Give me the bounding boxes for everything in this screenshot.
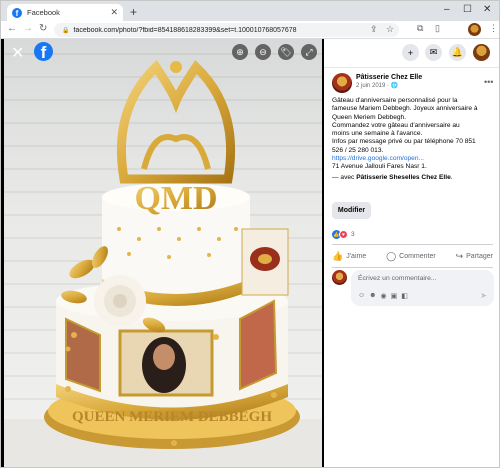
share-button[interactable]: ↪ Partager (456, 248, 493, 264)
like-icon: 👍 (332, 250, 344, 261)
comment-composer: Écrivez un commentaire... ☺ ☻ ◉ ▣ ◧ ➤ (332, 270, 494, 306)
account-avatar[interactable] (473, 44, 490, 61)
avatar-sticker-icon[interactable]: ☺ (358, 292, 365, 300)
commenter-avatar (332, 270, 347, 285)
bookmark-star-icon[interactable]: ☆ (386, 24, 394, 35)
facebook-favicon-icon: f (12, 7, 22, 18)
back-arrow-icon[interactable]: ← (7, 23, 17, 34)
reload-icon[interactable]: ↻ (39, 23, 47, 34)
edit-button[interactable]: Modifier (332, 202, 371, 219)
close-viewer-icon[interactable]: ✕ (11, 43, 24, 63)
tag-icon[interactable]: 🏷 (278, 44, 294, 60)
messenger-icon[interactable]: ✉ (425, 44, 442, 61)
fullscreen-icon[interactable]: ⤢ (301, 44, 317, 60)
extensions-icon[interactable]: ⧉ (417, 23, 423, 34)
send-icon[interactable]: ➤ (480, 291, 487, 300)
globe-icon: 🌐 (390, 83, 399, 89)
header-icons: + ✉ 🔔 (324, 39, 499, 65)
tab-facebook[interactable]: f Facebook ✕ (7, 4, 123, 21)
facebook-logo-icon[interactable]: f (34, 42, 53, 61)
actions-divider (332, 267, 493, 268)
post-caption: Gâteau d'anniversaire personnalisé pour … (332, 97, 494, 182)
cake-crown-letters: QMD (134, 180, 217, 217)
sidebar-icon[interactable]: ▯ (435, 23, 440, 34)
cake-photo: QUEEN MERIEM DEBBEGH QMD (4, 60, 322, 467)
comment-placeholder: Écrivez un commentaire... (358, 275, 437, 282)
reactions-divider (332, 244, 493, 245)
tab-close-icon[interactable]: ✕ (110, 7, 118, 18)
caption-line: fameuse Mariem Debbegh. Joyeux anniversa… (332, 105, 478, 113)
post-date[interactable]: 2 juin 2019 · 🌐 (356, 82, 422, 89)
lock-icon: 🔒 (62, 27, 70, 34)
cake-ribbon-text: QUEEN MERIEM DEBBEGH (72, 409, 272, 425)
caption-line: Commandez votre gâteau d'anniversaire au (332, 121, 460, 129)
comment-button[interactable]: ◯ Commenter (386, 248, 436, 264)
comment-icon: ◯ (386, 250, 397, 261)
share-icon: ↪ (455, 250, 464, 261)
tagged-page-link[interactable]: Pâtisserie Sheselles Chez Elle (356, 174, 451, 181)
header-divider (324, 67, 499, 68)
love-reaction-icon: ♥ (339, 230, 348, 239)
browser-profile-avatar[interactable] (468, 23, 481, 36)
caption-line: Gâteau d'anniversaire personnalisé pour … (332, 97, 458, 104)
plus-icon[interactable]: + (402, 44, 419, 61)
reactions-summary[interactable]: 👍 ♥ 3 (332, 230, 355, 239)
drive-link[interactable]: https://drive.google.com/open... (332, 155, 494, 163)
sticker-icon[interactable]: ◧ (401, 292, 408, 300)
url-text[interactable]: facebook.com/photo/?fbid=854188618283399… (73, 27, 373, 34)
tagged-page: — avec Pâtisserie Sheselles Chez Elle. (332, 173, 453, 181)
tab-title: Facebook (27, 8, 60, 17)
address-bar[interactable]: 🔒 facebook.com/photo/?fbid=8541886182833… (54, 23, 399, 37)
maximize-button[interactable]: ☐ (463, 4, 472, 15)
zoom-in-icon[interactable]: ⊕ (232, 44, 248, 60)
page-name-link[interactable]: Pâtisserie Chez Elle (356, 74, 422, 81)
reaction-count: 3 (351, 231, 355, 238)
caption-line: Queen Meriem Debbegh. (332, 113, 407, 121)
emoji-icon[interactable]: ☻ (369, 292, 376, 300)
share-page-icon[interactable]: ⇪ (370, 24, 378, 35)
caption-line: moins une semaine à l'avance. (332, 130, 423, 138)
more-options-icon[interactable]: ••• (484, 77, 493, 87)
tab-strip: f Facebook ✕ + – ☐ ✕ (1, 1, 499, 21)
zoom-out-icon[interactable]: ⊖ (255, 44, 271, 60)
forward-arrow-icon[interactable]: → (23, 23, 33, 34)
post-actions: 👍 J'aime ◯ Commenter ↪ Partager (332, 248, 493, 264)
navigation-bar: ← → ↻ 🔒 facebook.com/photo/?fbid=8541886… (1, 21, 499, 39)
post-details-panel: + ✉ 🔔 Pâtisserie Chez Elle 2 juin 2019 ·… (324, 39, 499, 467)
close-window-button[interactable]: ✕ (483, 4, 491, 15)
camera-icon[interactable]: ◉ (381, 292, 387, 300)
post-header: Pâtisserie Chez Elle 2 juin 2019 · 🌐 (332, 73, 422, 93)
minimize-button[interactable]: – (444, 4, 450, 15)
browser-window: f Facebook ✕ + – ☐ ✕ ← → ↻ 🔒 facebook.co… (0, 0, 500, 468)
caption-line: Infos par message privé ou par téléphone… (332, 138, 476, 146)
new-tab-button[interactable]: + (130, 5, 137, 19)
page-avatar[interactable] (332, 73, 352, 93)
browser-menu-icon[interactable]: ⋮ (489, 23, 498, 34)
caption-line: 526 / 25 280 013. (332, 146, 384, 154)
photo-viewer[interactable]: QUEEN MERIEM DEBBEGH QMD ✕ f ⊕ ⊖ 🏷 ⤢ (1, 39, 324, 467)
caption-line: 71 Avenue Jallouli Fares Nasr 1. (332, 163, 427, 171)
comment-tools: ☺ ☻ ◉ ▣ ◧ (358, 292, 408, 300)
comment-input[interactable]: Écrivez un commentaire... ☺ ☻ ◉ ▣ ◧ ➤ (351, 270, 494, 306)
gif-icon[interactable]: ▣ (391, 292, 398, 300)
bell-icon[interactable]: 🔔 (449, 44, 466, 61)
like-button[interactable]: 👍 J'aime (332, 248, 366, 264)
